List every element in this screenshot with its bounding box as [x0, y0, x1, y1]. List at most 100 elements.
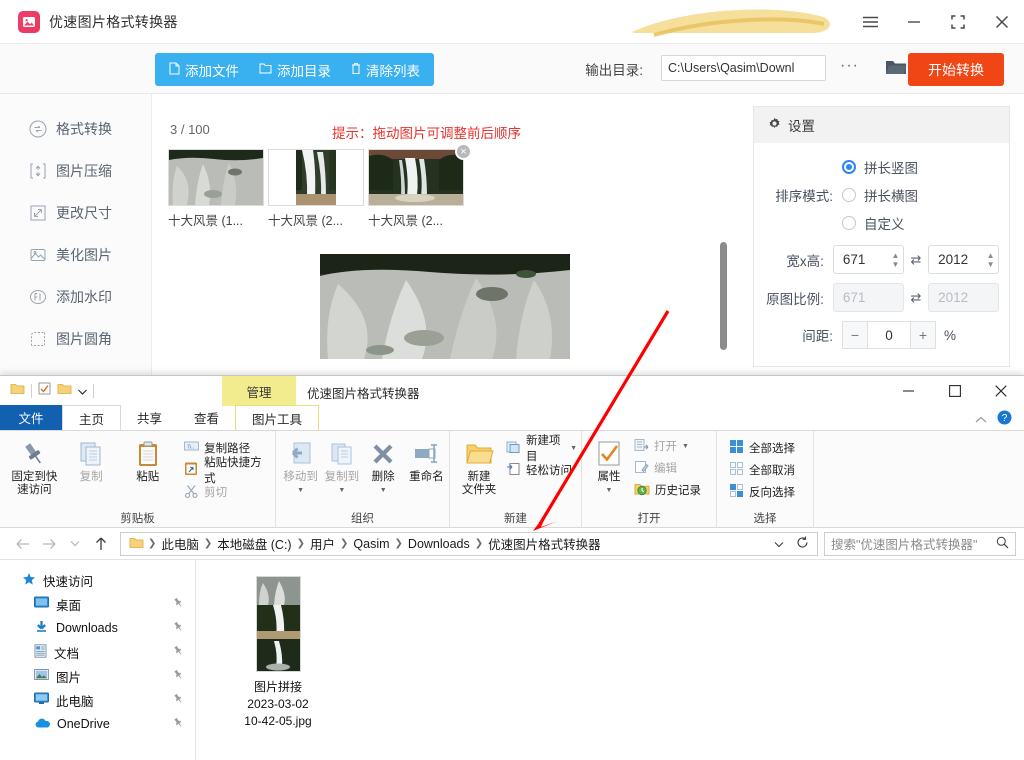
breadcrumb-separator[interactable]: ❯ [148, 538, 156, 549]
pin-icon[interactable] [173, 621, 183, 635]
tab-picture-tools[interactable]: 图片工具 [235, 405, 319, 430]
chevron-down-icon[interactable]: ▼ [380, 484, 387, 497]
output-dir-more-button[interactable]: ··· [840, 57, 859, 75]
collapse-ribbon-icon[interactable] [975, 411, 987, 429]
breadcrumb-item-current[interactable]: 优速图片格式转换器 [483, 534, 606, 553]
breadcrumb-item-users[interactable]: 用户 [305, 534, 340, 553]
clear-list-button[interactable]: 清除列表 [341, 53, 430, 86]
maximize-icon[interactable] [932, 376, 978, 406]
sidebar-item-format-convert[interactable]: 格式转换 [0, 108, 151, 150]
breadcrumb-separator[interactable]: ❯ [297, 538, 305, 549]
customize-dropdown-icon[interactable] [78, 382, 87, 400]
output-dir-input[interactable]: C:\Users\Qasim\Downl [661, 55, 826, 81]
rename-button[interactable]: 重命名 [404, 431, 449, 497]
add-file-button[interactable]: 添加文件 [159, 53, 249, 86]
breadcrumb-item-downloads[interactable]: Downloads [403, 537, 475, 551]
select-none-button[interactable]: 全部取消 [725, 459, 813, 481]
tab-view[interactable]: 查看 [178, 405, 235, 430]
invert-selection-button[interactable]: 反向选择 [725, 481, 813, 503]
nav-item-quick-access[interactable]: 快速访问 [0, 568, 195, 592]
sidebar-item-watermark[interactable]: 添加水印 [0, 276, 151, 318]
history-button[interactable]: 历史记录 [630, 479, 705, 501]
breadcrumb-separator[interactable]: ❯ [340, 538, 348, 549]
pin-icon[interactable] [173, 693, 183, 707]
width-stepper[interactable]: ▲▼ [888, 245, 904, 274]
refresh-icon[interactable] [792, 536, 813, 552]
paste-shortcut-button[interactable]: 粘贴快捷方式 [180, 459, 275, 481]
pin-icon[interactable] [173, 597, 183, 611]
radio-icon[interactable] [842, 188, 856, 202]
sidebar-item-beautify[interactable]: 美化图片 [0, 234, 151, 276]
nav-item-downloads[interactable]: Downloads [0, 616, 195, 640]
folder-icon[interactable] [10, 382, 25, 400]
height-input[interactable]: 2012 [928, 245, 983, 274]
new-folder-button[interactable]: 新建 文件夹 [456, 431, 502, 497]
sidebar-item-resize[interactable]: 更改尺寸 [0, 192, 151, 234]
easy-access-button[interactable]: 轻松访问 [502, 459, 581, 481]
start-convert-button[interactable]: 开始转换 [908, 53, 1004, 86]
add-folder-button[interactable]: 添加目录 [249, 53, 341, 86]
back-button[interactable] [10, 531, 36, 557]
tab-share[interactable]: 共享 [121, 405, 178, 430]
breadcrumb-item-local-disk[interactable]: 本地磁盘 (C:) [212, 534, 296, 553]
radio-icon[interactable] [842, 216, 856, 230]
properties-icon[interactable] [38, 382, 51, 400]
sort-mode-option-custom[interactable]: 自定义 [842, 213, 918, 233]
pin-icon[interactable] [173, 645, 183, 659]
main-panel-scrollbar[interactable] [720, 242, 727, 350]
minimize-icon[interactable] [886, 376, 932, 406]
tab-home[interactable]: 主页 [62, 405, 121, 430]
select-all-button[interactable]: 全部选择 [725, 437, 813, 459]
minimize-icon[interactable] [892, 0, 936, 44]
close-icon[interactable] [978, 376, 1024, 406]
search-input[interactable]: 搜索"优速图片格式转换器" [824, 532, 1016, 556]
breadcrumb-dropdown-icon[interactable] [766, 537, 792, 551]
breadcrumb-separator[interactable]: ❯ [475, 538, 483, 549]
close-icon[interactable] [980, 0, 1024, 44]
sort-mode-option-vertical[interactable]: 拼长竖图 [842, 157, 918, 177]
chevron-down-icon[interactable]: ▼ [570, 445, 577, 452]
paste-button[interactable]: 粘贴 [119, 431, 176, 503]
breadcrumb[interactable]: ❯ 此电脑 ❯ 本地磁盘 (C:) ❯ 用户 ❯ Qasim ❯ Downloa… [120, 532, 818, 556]
gap-decrease-button[interactable]: − [842, 321, 868, 349]
new-folder-icon[interactable] [57, 382, 72, 400]
properties-button[interactable]: 属性 ▼ [588, 431, 630, 501]
nav-item-desktop[interactable]: 桌面 [0, 592, 195, 616]
pin-icon[interactable] [173, 717, 183, 731]
thumbnail-image[interactable] [168, 149, 264, 206]
nav-item-documents[interactable]: 文档 [0, 640, 195, 664]
breadcrumb-separator[interactable]: ❯ [204, 538, 212, 549]
up-button[interactable] [88, 531, 114, 557]
width-input[interactable]: 671 [833, 245, 888, 274]
sort-mode-option-horizontal[interactable]: 拼长横图 [842, 185, 918, 205]
pin-icon[interactable] [173, 669, 183, 683]
swap-size-icon[interactable]: ⇄ [904, 252, 928, 268]
tab-file[interactable]: 文件 [0, 405, 62, 430]
file-list-view[interactable]: 图片拼接 2023-03-02 10-42-05.jpg [196, 560, 1024, 760]
remove-thumbnail-icon[interactable]: × [455, 143, 472, 160]
nav-item-onedrive[interactable]: OneDrive [0, 712, 195, 736]
thumbnail-item[interactable]: × 十大风景 (2... [368, 149, 466, 229]
height-stepper[interactable]: ▲▼ [983, 245, 999, 274]
recent-locations-button[interactable] [62, 531, 88, 557]
breadcrumb-item-this-pc[interactable]: 此电脑 [156, 534, 204, 553]
nav-item-pictures[interactable]: 图片 [0, 664, 195, 688]
file-item[interactable]: 图片拼接 2023-03-02 10-42-05.jpg [224, 576, 332, 730]
thumbnail-image[interactable] [368, 149, 464, 206]
delete-button[interactable]: 删除 ▼ [363, 431, 404, 497]
thumbnail-item[interactable]: × 十大风景 (2... [268, 149, 366, 229]
new-item-button[interactable]: 新建项目 ▼ [502, 437, 581, 459]
forward-button[interactable] [36, 531, 62, 557]
gap-value-input[interactable]: 0 [868, 321, 910, 349]
thumbnail-image[interactable] [268, 149, 364, 206]
breadcrumb-item-qasim[interactable]: Qasim [348, 537, 394, 551]
nav-item-this-pc[interactable]: 此电脑 [0, 688, 195, 712]
breadcrumb-separator[interactable]: ❯ [395, 538, 403, 549]
sidebar-item-compress[interactable]: 图片压缩 [0, 150, 151, 192]
radio-icon[interactable] [842, 160, 856, 174]
menu-icon[interactable] [848, 0, 892, 44]
pin-to-quick-access-button[interactable]: 固定到快 速访问 [6, 431, 63, 503]
chevron-down-icon[interactable]: ▼ [606, 484, 613, 497]
thumbnail-item[interactable]: × 十大风景 (1... [168, 149, 266, 229]
open-folder-icon[interactable] [885, 58, 907, 81]
